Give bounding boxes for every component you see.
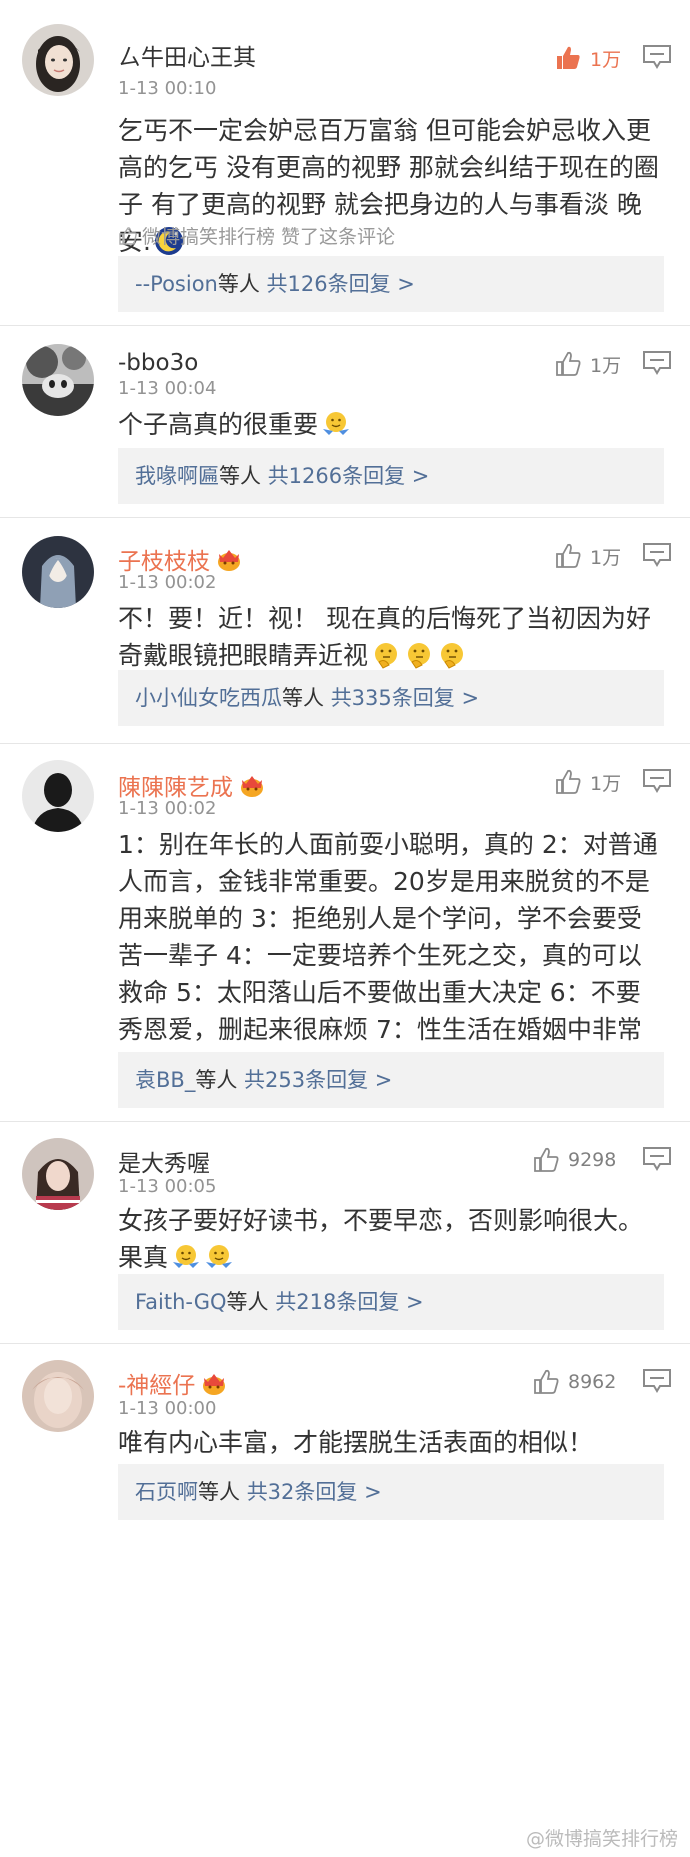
username[interactable]: 是大秀喔 <box>118 1144 210 1178</box>
vip-crown-icon <box>218 550 240 571</box>
comment-menu-button[interactable] <box>642 1146 672 1172</box>
username[interactable]: 子枝枝枝 <box>118 542 244 576</box>
vip-crown-icon <box>241 776 263 797</box>
comment-item: 子枝枝枝 1-13 00:02 1万 不！要！近！视！ 现在真的后悔死了当初因为… <box>0 518 690 744</box>
comment-text: 个子高真的很重要 <box>118 406 664 443</box>
comment-bubble-icon <box>643 543 671 567</box>
username[interactable]: ㄙ牛田心王其 <box>118 38 256 72</box>
avatar[interactable] <box>22 24 94 96</box>
reply-others: 等人 <box>198 1480 247 1504</box>
like-count: 1万 <box>590 772 622 795</box>
comment-time: 1-13 00:10 <box>118 78 217 99</box>
comment-time: 1-13 00:04 <box>118 378 217 399</box>
comment-bubble-icon <box>643 769 671 793</box>
thumbs-up-outline-icon <box>534 1147 559 1172</box>
reply-others: 等人 <box>195 1068 245 1092</box>
reply-count: 共1266条回复 > <box>267 464 430 488</box>
thinking-icon <box>441 643 464 669</box>
reply-count: 共126条回复 > <box>266 272 415 296</box>
thinking-icon <box>408 643 431 669</box>
replies-link[interactable]: 小小仙女吃西瓜等人 共335条回复 > <box>118 670 664 726</box>
comment-time: 1-13 00:05 <box>118 1176 217 1197</box>
comment-item: 陳陳陳艺成 1-13 00:02 1万 1：别在年长的人面前耍小聪明，真的 2：… <box>0 744 690 1122</box>
avatar[interactable] <box>22 1138 94 1210</box>
reply-count: 共218条回复 > <box>275 1290 424 1314</box>
username[interactable]: -bbo3o <box>118 350 198 376</box>
reply-count: 共32条回复 > <box>246 1480 382 1504</box>
avatar[interactable] <box>22 760 94 832</box>
replies-link[interactable]: --Posion等人 共126条回复 > <box>118 256 664 312</box>
replies-link[interactable]: Faith-GQ等人 共218条回复 > <box>118 1274 664 1330</box>
like-count: 1万 <box>590 48 622 71</box>
reply-others: 等人 <box>219 464 268 488</box>
username[interactable]: 陳陳陳艺成 <box>118 768 267 802</box>
thumbs-up-outline-icon <box>119 227 137 245</box>
comment-bubble-icon <box>643 1369 671 1393</box>
replies-link[interactable]: 我喙啊匾等人 共1266条回复 > <box>118 448 664 504</box>
comment-text: 女孩子要好好读书，不要早恋，否则影响很大。果真 <box>118 1206 644 1272</box>
comment-item: -神經仔 1-13 00:00 8962 唯有内心丰富，才能摆脱生活表面的相似！… <box>0 1344 690 1824</box>
comment-text: 不！要！近！视！ 现在真的后悔死了当初因为好奇戴眼镜把眼睛弄近视 <box>118 604 651 670</box>
thumbs-up-outline-icon <box>556 543 581 568</box>
thumbs-up-icon <box>557 46 580 69</box>
watermark: @微博搞笑排行榜 <box>525 1828 678 1850</box>
comment-menu-button[interactable] <box>642 768 672 794</box>
reply-others: 等人 <box>226 1290 276 1314</box>
avatar[interactable] <box>22 344 94 416</box>
comment-menu-button[interactable] <box>642 542 672 568</box>
comment-menu-button[interactable] <box>642 1368 672 1394</box>
reply-user: 小小仙女吃西瓜 <box>135 686 282 710</box>
like-count: 1万 <box>590 546 622 569</box>
reply-user: --Posion <box>135 272 218 296</box>
comment-item: ㄙ牛田心王其 1-13 00:10 1万 乞丐不一定会妒忌百万富翁 但可能会妒忌… <box>0 0 690 326</box>
liked-by-note: 微博搞笑排行榜 赞了这条评论 <box>118 222 395 249</box>
reply-user: Faith-GQ <box>135 1290 227 1314</box>
reply-user: 我喙啊匾 <box>135 464 219 488</box>
comment-bubble-icon <box>643 45 671 69</box>
vip-crown-icon <box>203 1374 226 1395</box>
comment-time: 1-13 00:02 <box>118 798 217 819</box>
reply-user: 袁BB_ <box>135 1068 196 1092</box>
like-button[interactable]: 1万 <box>554 348 621 380</box>
like-button[interactable]: 8962 <box>532 1366 616 1398</box>
reply-others: 等人 <box>217 272 267 296</box>
avatar[interactable] <box>22 1360 94 1432</box>
shrug-icon <box>173 1245 200 1268</box>
comment-bubble-icon <box>643 1147 671 1171</box>
replies-link[interactable]: 袁BB_等人 共253条回复 > <box>118 1052 664 1108</box>
comment-text: 1：别在年长的人面前耍小聪明，真的 2：对普通人而言，金钱非常重要。20岁是用来… <box>118 830 658 1081</box>
comment-text: 唯有内心丰富，才能摆脱生活表面的相似！ <box>118 1428 594 1457</box>
like-count: 9298 <box>568 1149 617 1171</box>
comment-time: 1-13 00:02 <box>118 572 217 593</box>
comment-bubble-icon <box>643 351 671 375</box>
reply-count: 共253条回复 > <box>244 1068 393 1092</box>
like-button[interactable]: 9298 <box>532 1144 616 1176</box>
like-count: 8962 <box>568 1371 617 1393</box>
thumbs-up-outline-icon <box>556 769 581 794</box>
reply-count: 共335条回复 > <box>330 686 480 710</box>
comment-item: 是大秀喔 1-13 00:05 9298 女孩子要好好读书，不要早恋，否则影响很… <box>0 1122 690 1344</box>
reply-others: 等人 <box>282 686 331 710</box>
comment-item: -bbo3o 1-13 00:04 1万 个子高真的很重要 我喙啊匾等人 共12… <box>0 326 690 518</box>
comment-menu-button[interactable] <box>642 44 672 70</box>
reply-user: 石页啊 <box>135 1480 198 1504</box>
shrug-icon <box>206 1245 233 1268</box>
comment-time: 1-13 00:00 <box>118 1398 217 1419</box>
shrug-icon <box>323 412 350 435</box>
thumbs-up-outline-icon <box>556 351 581 376</box>
like-button[interactable]: 1万 <box>554 540 621 572</box>
username[interactable]: -神經仔 <box>118 1366 229 1400</box>
like-button[interactable]: 1万 <box>554 42 621 74</box>
thinking-icon <box>375 643 398 669</box>
replies-link[interactable]: 石页啊等人 共32条回复 > <box>118 1464 664 1520</box>
like-count: 1万 <box>590 354 622 377</box>
avatar[interactable] <box>22 536 94 608</box>
thumbs-up-outline-icon <box>534 1369 559 1394</box>
like-button[interactable]: 1万 <box>554 766 621 798</box>
comment-menu-button[interactable] <box>642 350 672 376</box>
